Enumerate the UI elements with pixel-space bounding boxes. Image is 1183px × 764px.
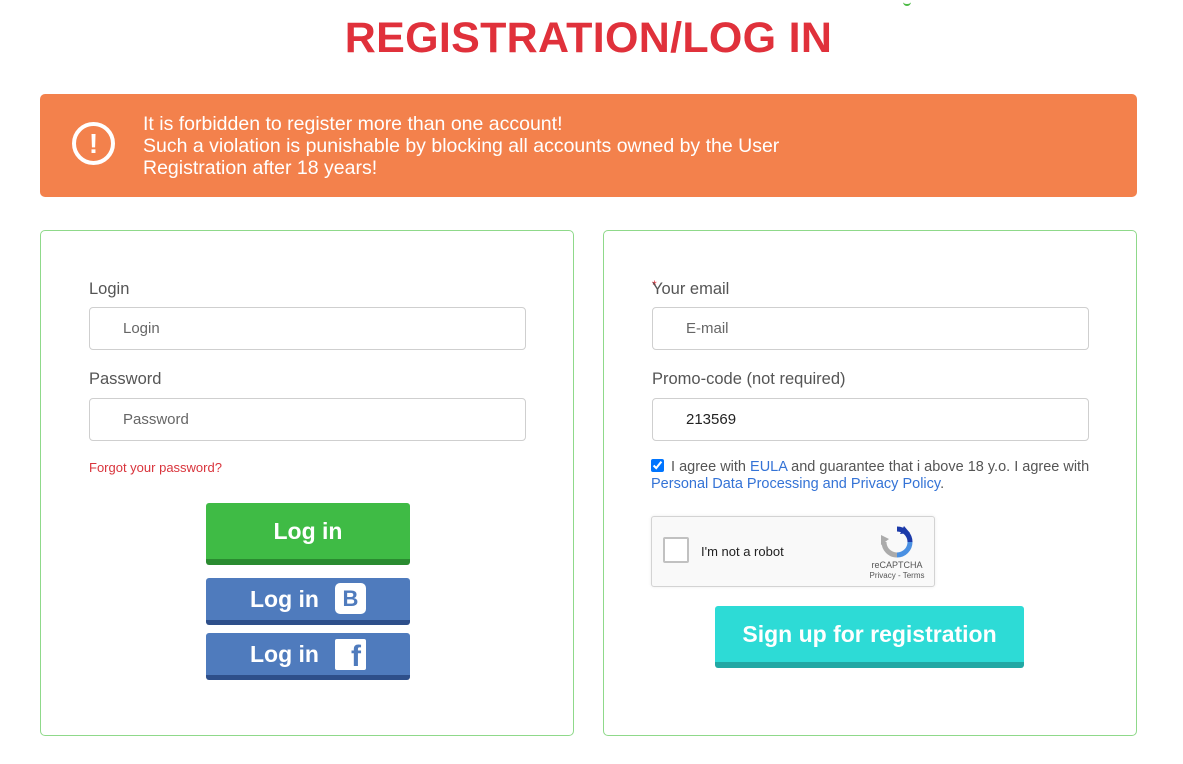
top-decoration [903,0,911,6]
recaptcha-logo-icon [881,526,913,558]
promo-code-label: Promo-code (not required) [652,370,846,388]
forgot-password-link[interactable]: Forgot your password? [89,460,222,475]
login-label: Login [89,280,130,298]
facebook-icon: f [335,639,366,670]
warning-line: It is forbidden to register more than on… [143,113,563,135]
promo-code-input[interactable] [652,398,1089,441]
registration-panel: * Your email Promo-code (not required) I… [603,230,1137,736]
recaptcha-widget: I'm not a robot reCAPTCHA Privacy - Term… [651,516,935,587]
privacy-policy-link[interactable]: Personal Data Processing and Privacy Pol… [651,476,940,492]
page-title: REGISTRATION/LOG IN [344,14,833,62]
agreement-text-part: . [940,476,945,492]
exclamation-circle-icon: ! [72,122,115,165]
agreement-text-part: and guarantee that i above 18 y.o. I agr… [791,459,1090,475]
facebook-login-label: Log in [250,641,319,667]
email-label: Your email [652,280,730,298]
signup-button[interactable]: Sign up for registration [715,606,1024,668]
recaptcha-brand: reCAPTCHA [871,560,923,570]
eula-link[interactable]: EULA [750,459,787,475]
recaptcha-checkbox[interactable] [663,537,689,563]
warning-banner: ! It is forbidden to register more than … [40,94,1137,197]
login-panel: Login Password Forgot your password? Log… [40,230,574,736]
vk-icon: B [335,583,366,614]
vk-login-button[interactable]: Log in B [206,578,410,625]
password-input[interactable] [89,398,526,441]
agreement-text: I agree with EULA and guarantee that i a… [651,459,1096,493]
login-input[interactable] [89,307,526,350]
facebook-login-button[interactable]: Log in f [206,633,410,680]
password-label: Password [89,370,162,388]
warning-line: Such a violation is punishable by blocki… [143,135,780,157]
vk-login-label: Log in [250,586,319,612]
warning-text: It is forbidden to register more than on… [143,113,779,179]
agreement-text-part: I agree with [671,459,746,475]
recaptcha-label: I'm not a robot [701,544,784,559]
warning-line: Registration after 18 years! [143,157,378,179]
login-button[interactable]: Log in [206,503,410,565]
agree-checkbox[interactable] [651,459,664,472]
email-input[interactable] [652,307,1089,350]
recaptcha-terms-link[interactable]: Privacy - Terms [852,571,942,580]
